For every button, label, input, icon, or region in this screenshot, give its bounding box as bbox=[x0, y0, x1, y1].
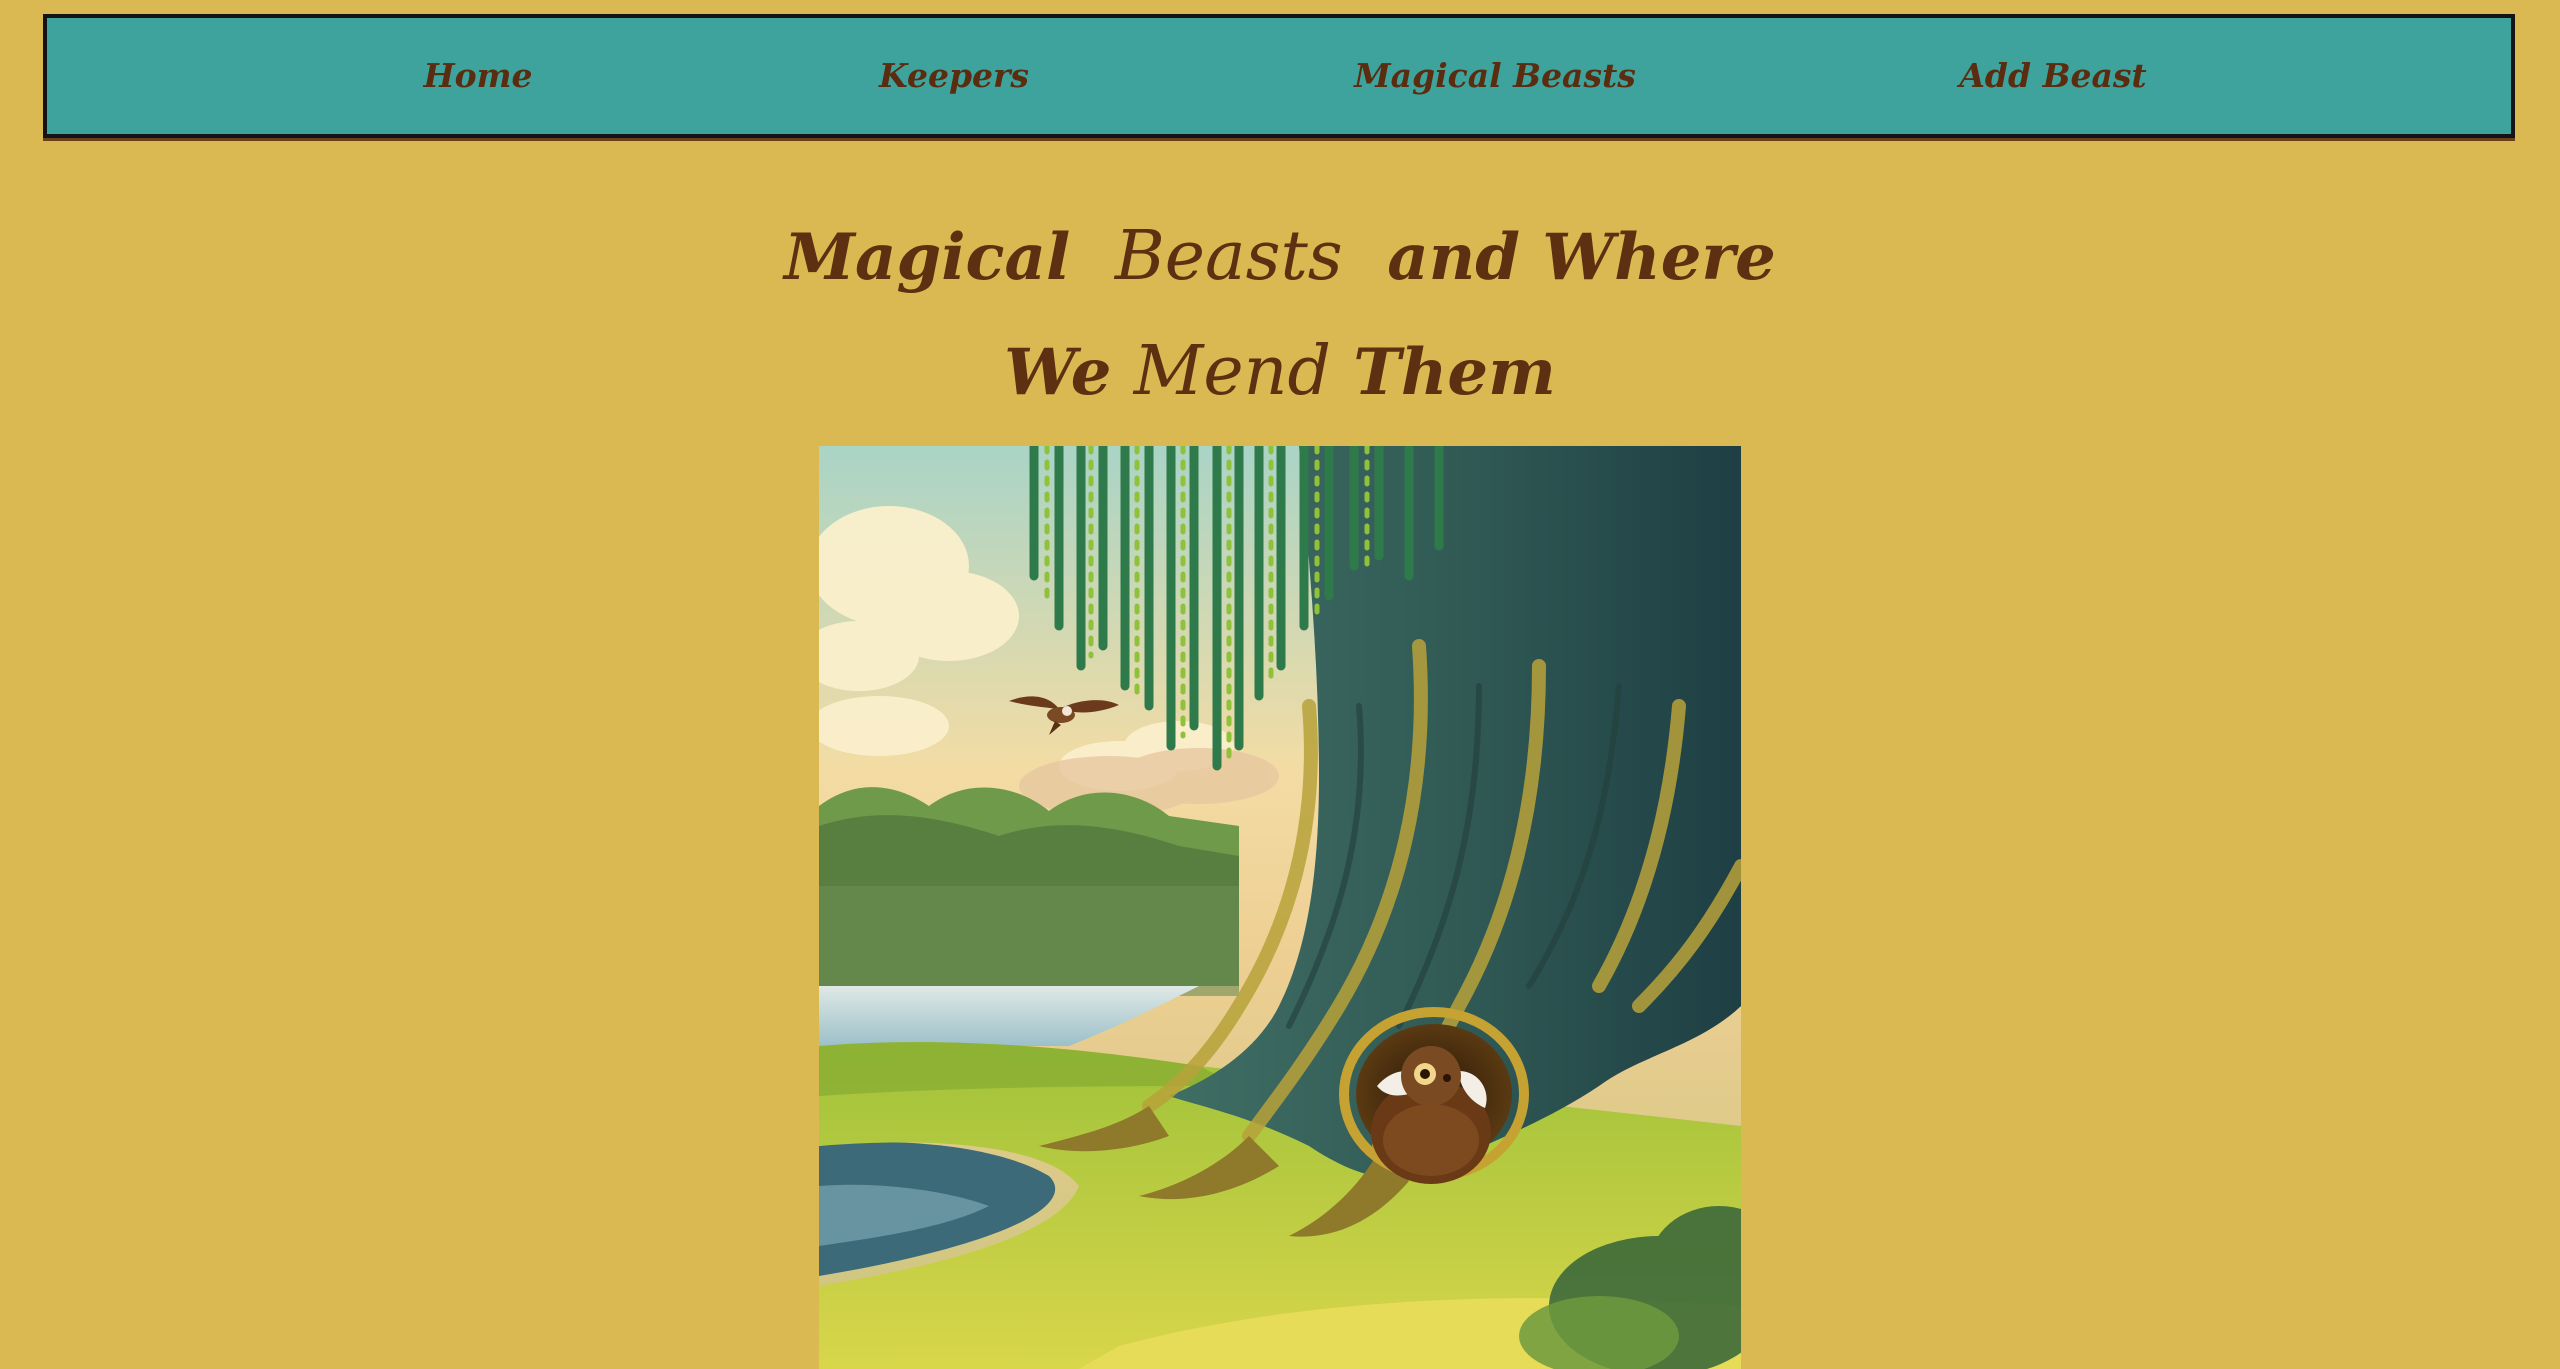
hero-image bbox=[819, 446, 1741, 1369]
page-title-line-2: We Mend Them bbox=[0, 315, 2560, 430]
page-title-line-1: Magical Beasts and Where bbox=[0, 200, 2560, 315]
page-title: Magical Beasts and Where We Mend Them bbox=[0, 200, 2560, 430]
willow-tree-beast-illustration-image bbox=[819, 446, 1741, 1369]
title-word-beasts: Beasts bbox=[1114, 217, 1343, 296]
page: Home Keepers Magical Beasts Add Beast Ma… bbox=[0, 0, 2560, 1369]
title-word-them: Them bbox=[1353, 335, 1556, 410]
title-words-and-where: and Where bbox=[1387, 220, 1776, 295]
title-word-we: We bbox=[1004, 335, 1112, 410]
nav-link-magical-beasts[interactable]: Magical Beasts bbox=[1354, 18, 1636, 134]
nav-link-keepers[interactable]: Keepers bbox=[879, 18, 1029, 134]
nav-bar: Home Keepers Magical Beasts Add Beast bbox=[43, 14, 2515, 138]
nav-link-home[interactable]: Home bbox=[423, 18, 532, 134]
title-word-magical: Magical bbox=[784, 220, 1071, 295]
title-word-mend: Mend bbox=[1133, 332, 1331, 411]
nav-link-add-beast[interactable]: Add Beast bbox=[1959, 18, 2146, 134]
